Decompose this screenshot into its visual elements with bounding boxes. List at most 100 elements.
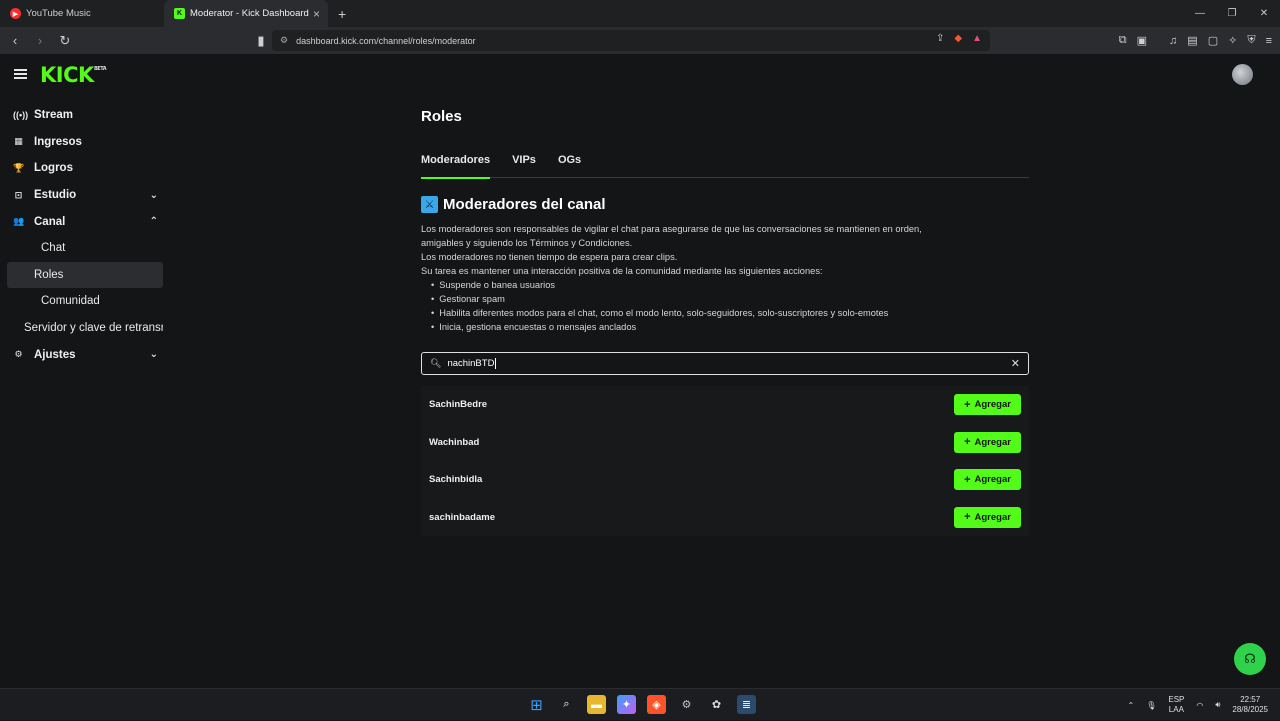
sidebar-item-label: Ingresos — [34, 135, 82, 148]
sidebar-item-label: Canal — [34, 215, 66, 228]
tab-kick-dashboard[interactable]: K Moderator - Kick Dashboard × — [164, 0, 328, 27]
description: Los moderadores son responsables de vigi… — [421, 222, 1029, 334]
list-item: Wachinbad + Agregar — [421, 424, 1029, 462]
sidebar-item-estudio[interactable]: ⊡ Estudio ⌄ — [0, 182, 170, 209]
menu-icon[interactable]: ≡ — [1266, 35, 1272, 47]
lang-code: ESP — [1168, 695, 1185, 704]
description-line: Su tarea es mantener una interacción pos… — [421, 266, 823, 276]
list-item: Habilita diferentes modos para el chat, … — [431, 306, 1029, 320]
media-icon[interactable]: ♫ — [1169, 35, 1177, 47]
tab-title: YouTube Music — [26, 8, 91, 19]
file-explorer-icon[interactable]: ▬ — [587, 695, 606, 714]
add-moderator-button[interactable]: + Agregar — [954, 394, 1021, 416]
result-username: SachinBedre — [429, 399, 488, 411]
list-item: Gestionar spam — [431, 292, 1029, 306]
chevron-up-icon[interactable]: ⌃ — [1128, 701, 1135, 710]
brave-rewards-icon[interactable]: ▲ — [972, 33, 982, 44]
close-window-icon[interactable]: ✕ — [1248, 0, 1280, 27]
kick-favicon-icon: K — [174, 8, 185, 19]
search-input[interactable]: 🔍︎ nachinBTD ✕ — [421, 352, 1029, 375]
sidebar-item-label: Chat — [41, 242, 66, 255]
trophy-icon: 🏆 — [13, 162, 25, 173]
sidebar-item-servidor[interactable]: Servidor y clave de retransr — [7, 315, 163, 342]
help-chat-button[interactable]: ☊ — [1234, 643, 1266, 675]
app-icon[interactable]: ≣ — [737, 695, 756, 714]
sidebar-item-comunidad[interactable]: Comunidad — [7, 288, 163, 315]
sidebar-item-label: Ajustes — [34, 348, 76, 361]
vpn-icon[interactable]: ⛨ — [1247, 34, 1255, 47]
chevron-down-icon: ⌄ — [149, 189, 158, 201]
brave-browser-icon[interactable]: ◈ — [647, 695, 666, 714]
text-caret — [495, 358, 497, 369]
screenshot-icon[interactable]: ▣ — [1137, 34, 1147, 47]
description-line: Los moderadores no tienen tiempo de espe… — [421, 252, 678, 262]
app-icon[interactable]: ✿ — [707, 695, 726, 714]
settings-icon[interactable]: ⚙ — [677, 695, 696, 714]
clock-time: 22:57 — [1240, 695, 1261, 704]
site-info-icon[interactable]: ⚙ — [280, 35, 288, 46]
sidebar-item-chat[interactable]: Chat — [7, 235, 163, 262]
clear-search-icon[interactable]: ✕ — [1011, 357, 1020, 370]
tab-vips[interactable]: VIPs — [512, 154, 536, 178]
brave-shield-icon[interactable]: ◆ — [954, 33, 962, 44]
close-tab-icon[interactable]: × — [313, 7, 320, 21]
clock[interactable]: 22:57 28/8/2025 — [1232, 695, 1268, 715]
reload-icon[interactable]: ↻ — [55, 33, 75, 49]
sidebar-item-logros[interactable]: 🏆 Logros — [0, 155, 170, 182]
sidebar-toggle-icon[interactable]: ▤ — [1187, 34, 1197, 47]
tab-youtube-music[interactable]: ▶ YouTube Music — [0, 0, 164, 27]
minimize-icon[interactable]: — — [1184, 0, 1216, 27]
clock-date: 28/8/2025 — [1232, 705, 1268, 714]
sidebar-item-ajustes[interactable]: ⚙ Ajustes ⌄ — [0, 341, 170, 368]
sidebar-item-roles[interactable]: Roles — [7, 261, 163, 289]
new-tab-button[interactable]: + — [338, 6, 346, 22]
sidebar-item-label: Stream — [34, 109, 73, 122]
leo-ai-icon[interactable]: ✧ — [1228, 34, 1237, 47]
copilot-icon[interactable]: ✦ — [617, 695, 636, 714]
add-moderator-button[interactable]: + Agregar — [954, 431, 1021, 453]
lang-layout: LAA — [1168, 705, 1184, 714]
language-indicator[interactable]: ESP LAA — [1168, 695, 1184, 715]
bookmark-icon[interactable]: ▮ — [251, 33, 271, 49]
section-title: Moderadores del canal — [443, 196, 606, 213]
windows-start-icon[interactable]: ⊞ — [527, 695, 546, 714]
sidebar-item-canal[interactable]: 👥 Canal ⌃ — [0, 208, 170, 235]
hamburger-menu-icon[interactable] — [14, 69, 27, 79]
sidebar-item-ingresos[interactable]: ▦ Ingresos — [0, 129, 170, 156]
broadcast-icon: ((•)) — [13, 110, 29, 121]
extensions-icon[interactable]: ⧉ — [1119, 34, 1127, 47]
sidebar-item-stream[interactable]: ((•)) Stream — [0, 102, 170, 129]
add-moderator-button[interactable]: + Agregar — [954, 469, 1021, 491]
plus-icon: + — [964, 436, 971, 449]
plus-icon: + — [964, 398, 971, 411]
actions-list: Suspende o banea usuarios Gestionar spam… — [431, 278, 1029, 334]
add-moderator-button[interactable]: + Agregar — [954, 506, 1021, 528]
list-item: Inicia, gestiona encuestas o mensajes an… — [431, 320, 1029, 334]
restore-icon[interactable]: ❐ — [1216, 0, 1248, 27]
browser-tab-strip: ▶ YouTube Music K Moderator - Kick Dashb… — [0, 0, 1280, 27]
description-line: amigables y siguiendo los Términos y Con… — [421, 238, 633, 248]
add-label: Agregar — [974, 474, 1011, 486]
studio-icon: ⊡ — [14, 189, 23, 200]
role-tabs: Moderadores VIPs OGs — [421, 154, 1029, 179]
kick-logo[interactable]: KICK BETA — [40, 63, 107, 87]
volume-icon[interactable]: 🔊︎ — [1215, 700, 1220, 710]
url-bar[interactable]: ⚙ dashboard.kick.com/channel/roles/moder… — [272, 30, 990, 51]
logo-text: KICK — [40, 63, 94, 87]
avatar[interactable] — [1232, 64, 1253, 85]
share-icon[interactable]: ⇪ — [936, 33, 944, 44]
search-icon[interactable]: ⌕ — [557, 695, 576, 714]
microphone-icon[interactable]: 🎙︎ — [1146, 701, 1156, 710]
result-username: Sachinbidla — [429, 474, 483, 486]
forward-icon[interactable]: › — [30, 33, 50, 48]
wallet-icon[interactable]: ▢ — [1208, 34, 1218, 47]
search-results: SachinBedre + Agregar Wachinbad + Agrega… — [421, 386, 1029, 536]
tab-moderadores[interactable]: Moderadores — [421, 154, 491, 179]
back-icon[interactable]: ‹ — [5, 33, 25, 48]
result-username: sachinbadame — [429, 511, 495, 523]
description-line: Los moderadores son responsables de vigi… — [421, 224, 922, 234]
tab-ogs[interactable]: OGs — [558, 154, 581, 178]
main-content: Roles Moderadores VIPs OGs ⚔ Moderadores… — [421, 108, 1029, 536]
list-item: Sachinbidla + Agregar — [421, 461, 1029, 499]
wifi-icon[interactable]: ◠ — [1196, 701, 1203, 710]
